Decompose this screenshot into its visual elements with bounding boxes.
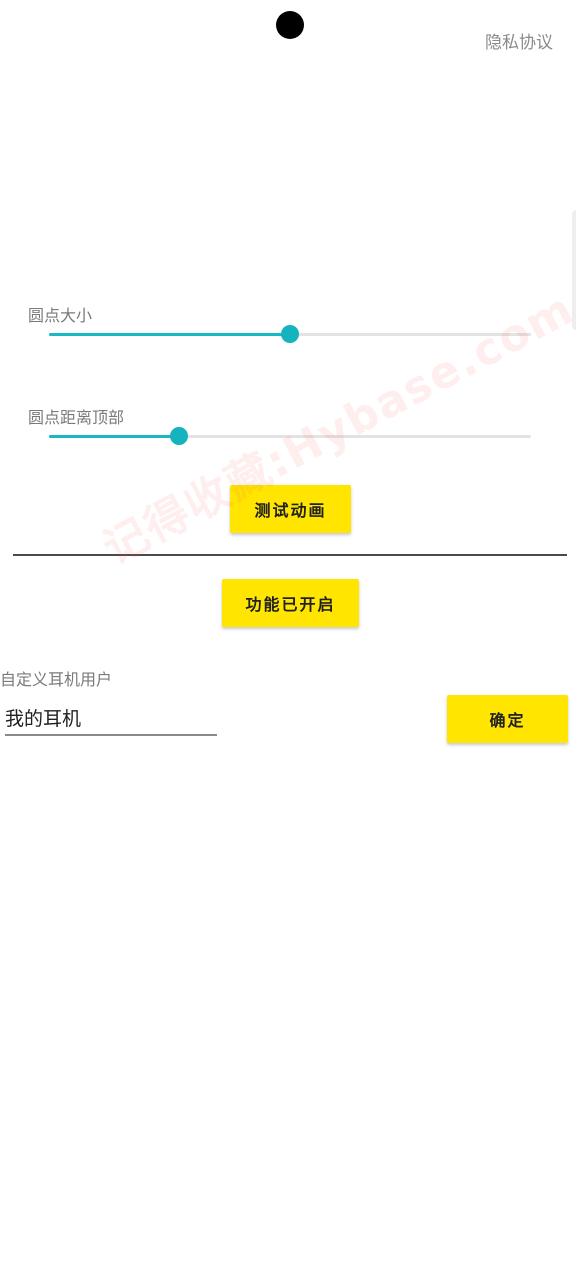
slider-thumb[interactable] bbox=[170, 427, 189, 445]
confirm-button[interactable]: 确定 bbox=[447, 695, 568, 743]
camera-dot bbox=[276, 11, 304, 39]
edge-handle[interactable] bbox=[572, 210, 576, 330]
slider-fill bbox=[49, 333, 290, 336]
slider-thumb[interactable] bbox=[281, 325, 299, 343]
custom-earphone-name-input[interactable] bbox=[5, 700, 217, 736]
custom-earphone-user-label: 自定义耳机用户 bbox=[0, 670, 113, 689]
dot-size-slider[interactable] bbox=[49, 322, 531, 346]
test-animation-button[interactable]: 测试动画 bbox=[230, 485, 351, 533]
slider-fill bbox=[49, 435, 180, 438]
feature-enabled-button[interactable]: 功能已开启 bbox=[222, 579, 359, 627]
dot-top-distance-slider[interactable] bbox=[49, 424, 531, 448]
privacy-policy-link[interactable]: 隐私协议 bbox=[485, 28, 553, 53]
divider bbox=[13, 554, 567, 556]
